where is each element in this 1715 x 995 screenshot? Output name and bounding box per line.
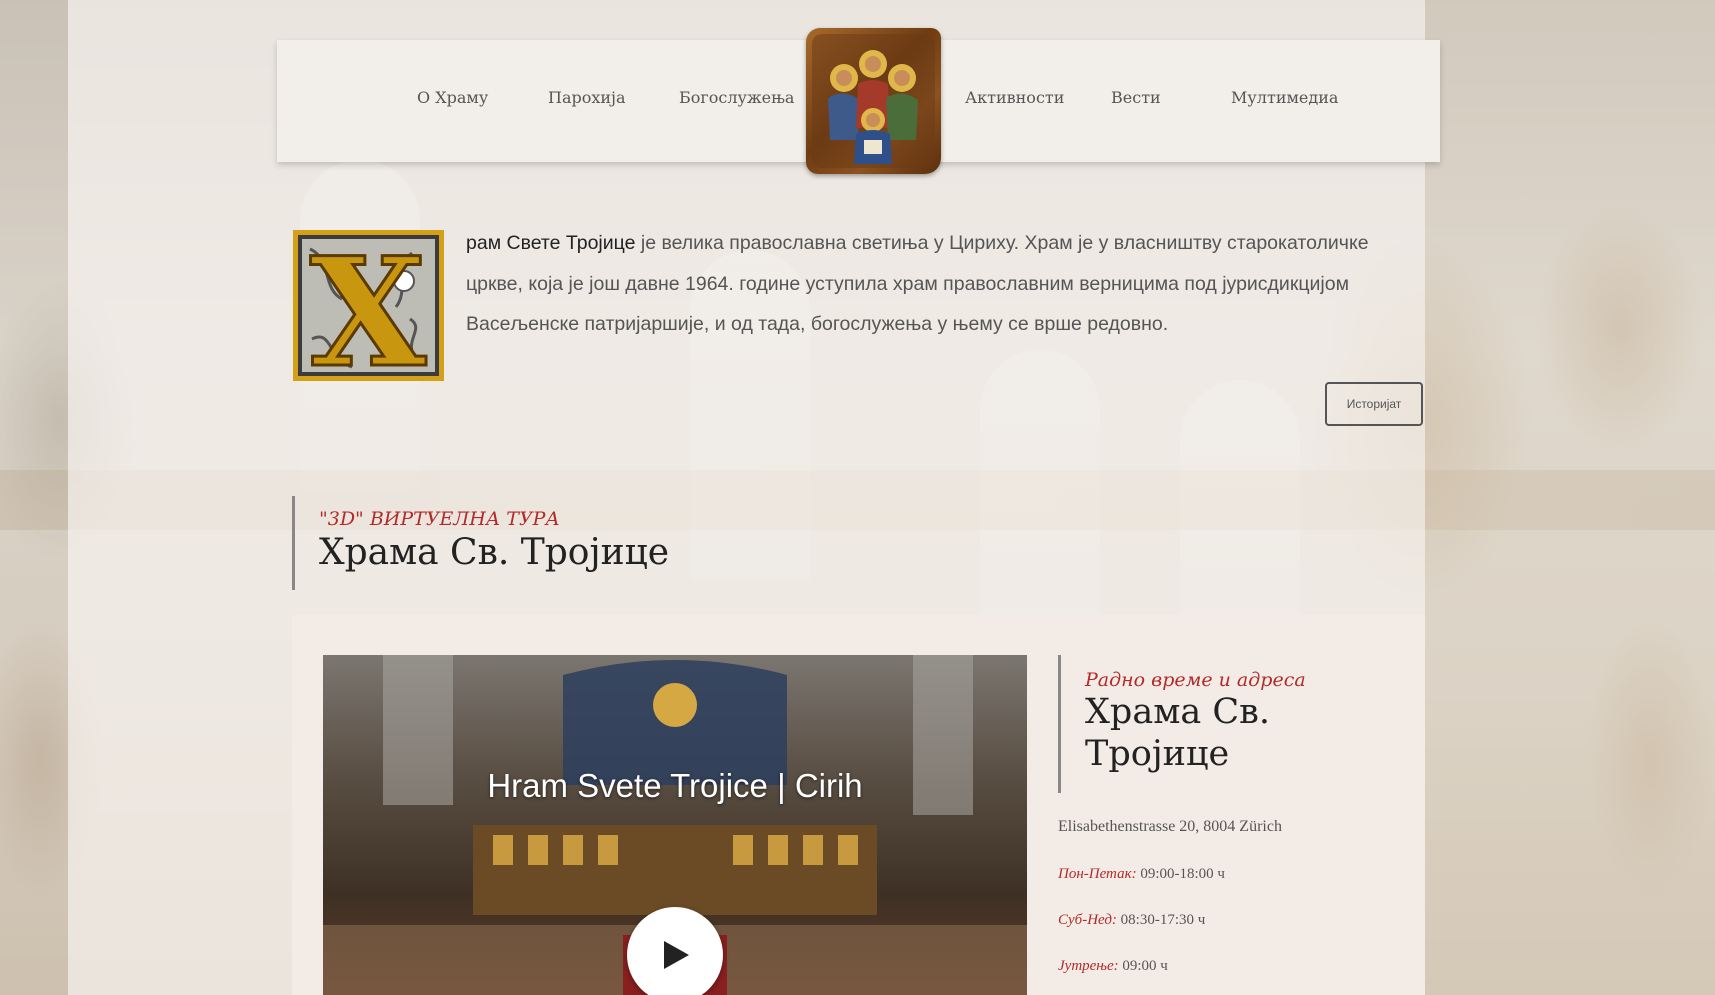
hours-label: Суб-Нед: xyxy=(1058,912,1117,928)
hours-label: Пон-Петак: xyxy=(1058,866,1137,882)
intro-lead: рам Свете Тројице xyxy=(466,232,636,254)
dropcap-letter: Х xyxy=(310,229,427,382)
trinity-icon-logo[interactable] xyxy=(806,28,941,174)
video-title: Hram Svete Trojice | Cirih xyxy=(487,767,863,804)
nav-item-news[interactable]: Вести xyxy=(1111,88,1161,107)
tour-heading: "3D" ВИРТУЕЛНА ТУРА Храма Св. Тројице xyxy=(292,496,669,590)
hours-value: 08:30-17:30 ч xyxy=(1116,912,1206,928)
tour-video-player[interactable]: Hram Svete Trojice | Cirih xyxy=(323,655,1027,995)
hours-value: 09:00-18:00 ч xyxy=(1136,866,1225,882)
tour-title: Храма Св. Тројице xyxy=(319,532,670,573)
tour-kicker: "3D" ВИРТУЕЛНА ТУРА xyxy=(319,508,560,530)
nav-item-multimedia[interactable]: Мултимедиа xyxy=(1231,88,1338,107)
play-button[interactable] xyxy=(627,907,723,995)
hours-row-matins: Јутрење: 09:00 ч xyxy=(1058,958,1168,975)
nav-item-parish[interactable]: Парохија xyxy=(548,88,626,107)
address: Elisabethenstrasse 20, 8004 Zürich xyxy=(1058,818,1282,835)
play-icon xyxy=(664,941,689,969)
hours-row-weekdays: Пон-Петак: 09:00-18:00 ч xyxy=(1058,866,1225,883)
info-title: Храма Св. Тројице xyxy=(1085,692,1271,774)
hours-label: Јутрење: xyxy=(1058,958,1119,974)
info-kicker: Радно време и адреса xyxy=(1085,669,1306,691)
history-button[interactable]: Историјат xyxy=(1325,382,1423,426)
info-heading: Радно време и адреса Храма Св. Тројице xyxy=(1058,655,1306,793)
nav-item-about[interactable]: О Храму xyxy=(417,88,488,107)
intro-paragraph: рам Свете Тројице је велика православна … xyxy=(466,223,1426,345)
bg-edge-left xyxy=(0,0,68,995)
hours-row-weekend: Суб-Нед: 08:30-17:30 ч xyxy=(1058,912,1205,929)
dropcap-illuminated-letter: Х xyxy=(292,224,445,403)
hours-value: 09:00 ч xyxy=(1118,958,1168,974)
nav-item-activities[interactable]: Активности xyxy=(965,88,1064,107)
nav-item-services[interactable]: Богослужења xyxy=(679,88,794,107)
bg-edge-right xyxy=(1425,0,1715,995)
